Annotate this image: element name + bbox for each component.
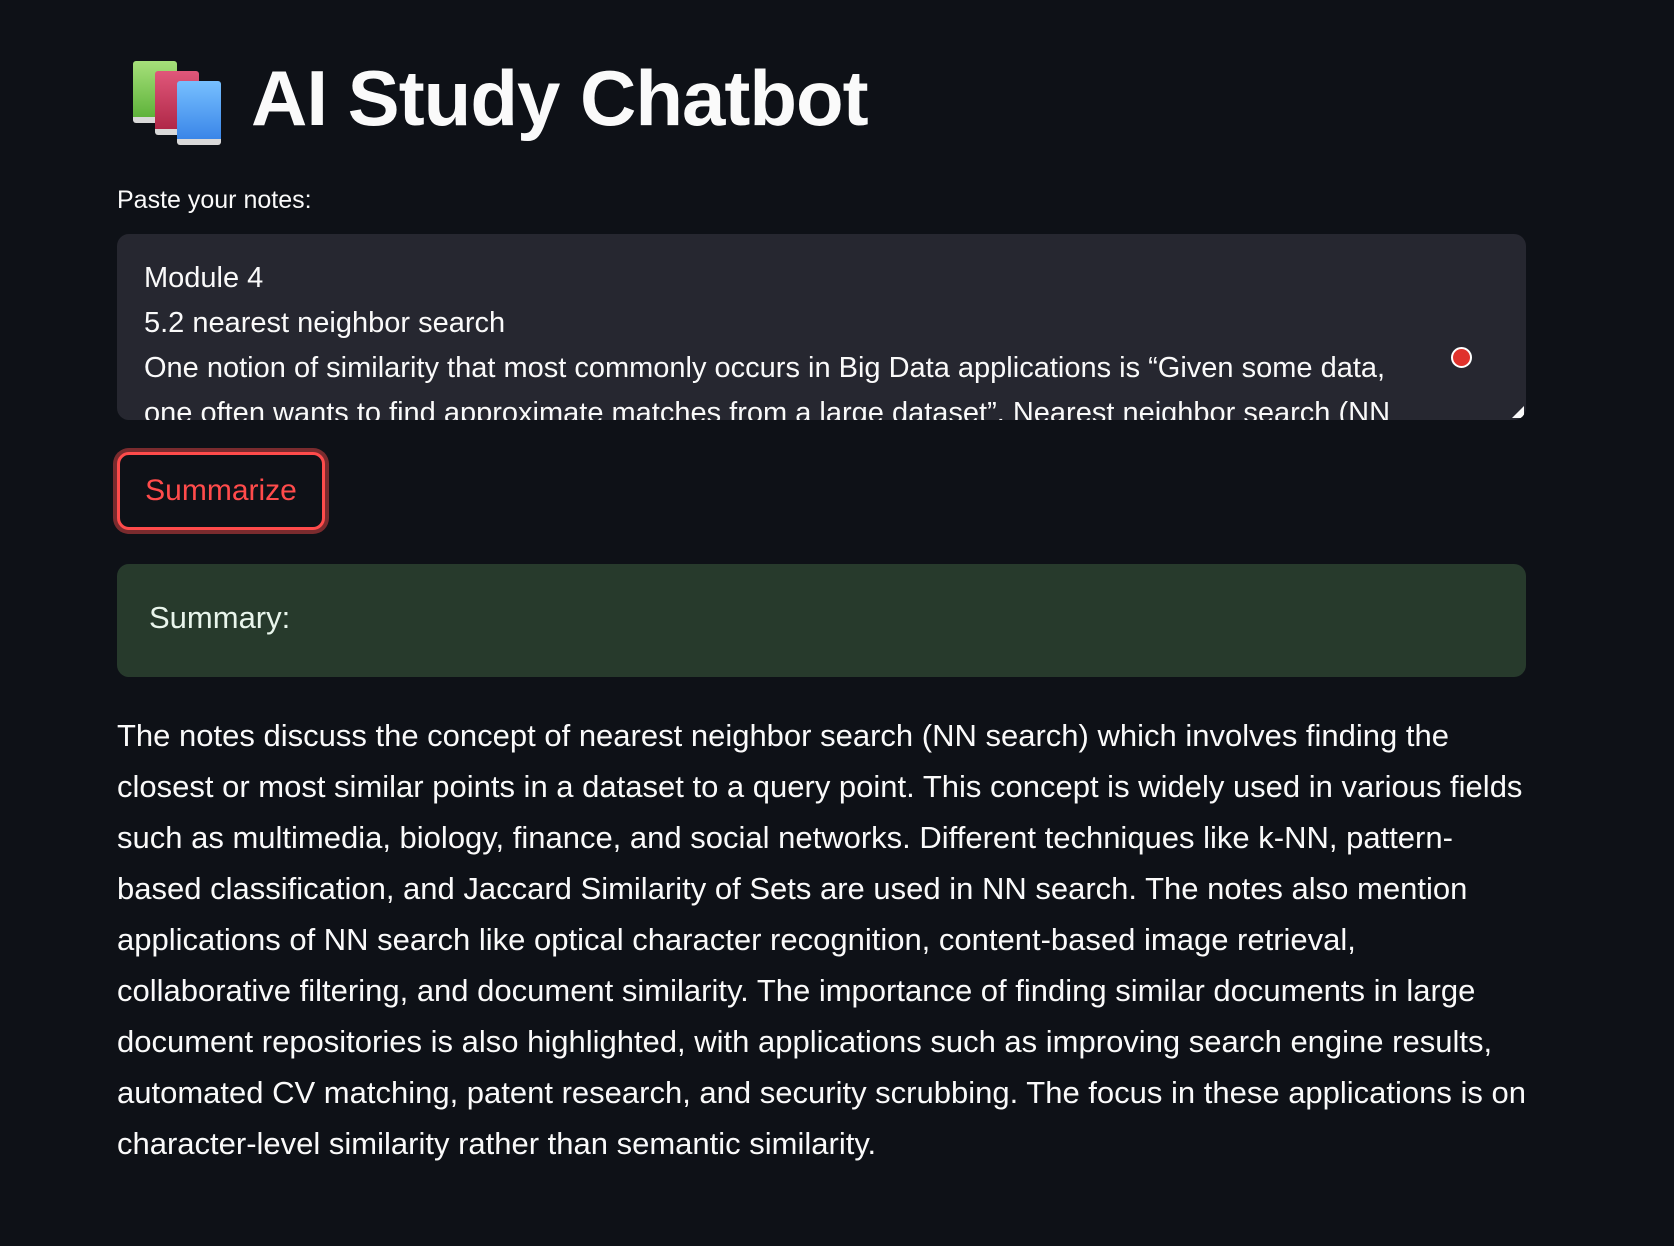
summarize-button[interactable]: Summarize — [117, 452, 325, 530]
summary-text: The notes discuss the concept of nearest… — [117, 718, 1527, 1161]
books-icon — [131, 53, 227, 145]
summary-alert: Summary: — [117, 564, 1526, 677]
notes-label: Paste your notes: — [117, 186, 312, 214]
page-title: AI Study Chatbot — [251, 54, 869, 142]
title-row: AI Study Chatbot — [131, 48, 869, 148]
recording-dot-icon — [1451, 347, 1472, 368]
summary-heading: Summary: — [149, 600, 291, 635]
blue-book-icon — [177, 81, 221, 145]
resize-handle-icon[interactable] — [1512, 406, 1524, 418]
notes-textarea-value[interactable]: Module 4 5.2 nearest neighbor search One… — [144, 256, 1446, 420]
notes-textarea[interactable]: Module 4 5.2 nearest neighbor search One… — [117, 234, 1526, 420]
